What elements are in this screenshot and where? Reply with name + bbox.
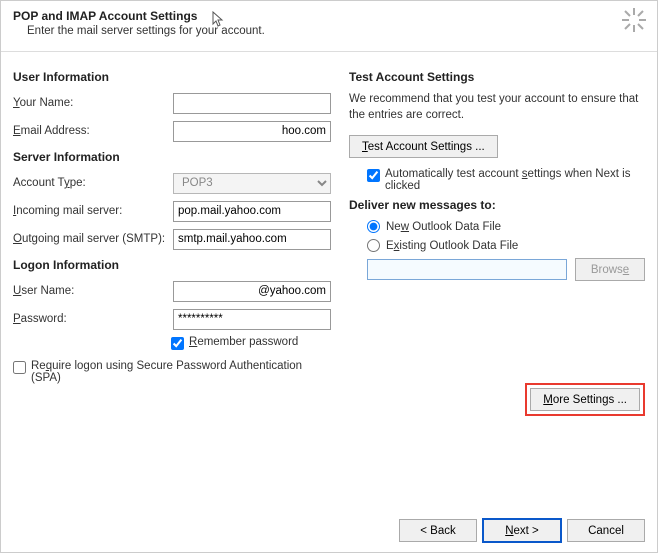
- username-label: User Name:: [13, 285, 173, 297]
- password-input[interactable]: [173, 309, 331, 330]
- remember-password-label: Remember password: [189, 336, 298, 348]
- browse-button: Browse: [575, 258, 645, 281]
- more-settings-highlight: More Settings ...: [525, 383, 645, 416]
- user-info-heading: User Information: [13, 70, 331, 84]
- outgoing-label: Outgoing mail server (SMTP):: [13, 233, 173, 245]
- account-type-label: Account Type:: [13, 177, 173, 189]
- footer-buttons: < Back Next > Cancel: [399, 519, 645, 542]
- account-type-select: POP3: [173, 173, 331, 194]
- right-column: Test Account Settings We recommend that …: [349, 62, 645, 388]
- deliver-heading: Deliver new messages to:: [349, 198, 645, 212]
- server-info-heading: Server Information: [13, 150, 331, 164]
- outgoing-input[interactable]: [173, 229, 331, 250]
- incoming-input[interactable]: [173, 201, 331, 222]
- your-name-label: Your Name:: [13, 97, 173, 109]
- existing-file-radio[interactable]: [367, 239, 380, 252]
- remember-password-checkbox[interactable]: [171, 337, 184, 350]
- password-label: Password:: [13, 313, 173, 325]
- new-file-radio[interactable]: [367, 220, 380, 233]
- test-settings-text: We recommend that you test your account …: [349, 92, 645, 123]
- next-button[interactable]: Next >: [483, 519, 561, 542]
- cancel-button[interactable]: Cancel: [567, 519, 645, 542]
- username-input[interactable]: [173, 281, 331, 302]
- more-settings-button[interactable]: More Settings ...: [530, 388, 640, 411]
- back-button[interactable]: < Back: [399, 519, 477, 542]
- new-file-label: New Outlook Data File: [386, 221, 501, 233]
- email-input[interactable]: [173, 121, 331, 142]
- incoming-label: Incoming mail server:: [13, 205, 173, 217]
- email-label: Email Address:: [13, 125, 173, 137]
- cursor-icon: [211, 11, 225, 29]
- dialog-subtitle: Enter the mail server settings for your …: [27, 25, 645, 37]
- existing-file-label: Existing Outlook Data File: [386, 240, 518, 252]
- test-settings-heading: Test Account Settings: [349, 70, 645, 84]
- auto-test-checkbox[interactable]: [367, 169, 380, 182]
- sparkle-cursor-icon: [621, 7, 647, 37]
- left-column: User Information Your Name: Email Addres…: [13, 62, 331, 388]
- dialog-header: POP and IMAP Account Settings Enter the …: [1, 1, 657, 52]
- spa-label: Require logon using Secure Password Auth…: [31, 360, 331, 384]
- your-name-input[interactable]: [173, 93, 331, 114]
- spa-checkbox[interactable]: [13, 361, 26, 374]
- dialog-title: POP and IMAP Account Settings: [13, 9, 645, 23]
- test-account-button[interactable]: Test Account Settings ...: [349, 135, 498, 158]
- auto-test-label: Automatically test account settings when…: [385, 168, 645, 192]
- logon-info-heading: Logon Information: [13, 258, 331, 272]
- existing-file-input: [367, 259, 567, 280]
